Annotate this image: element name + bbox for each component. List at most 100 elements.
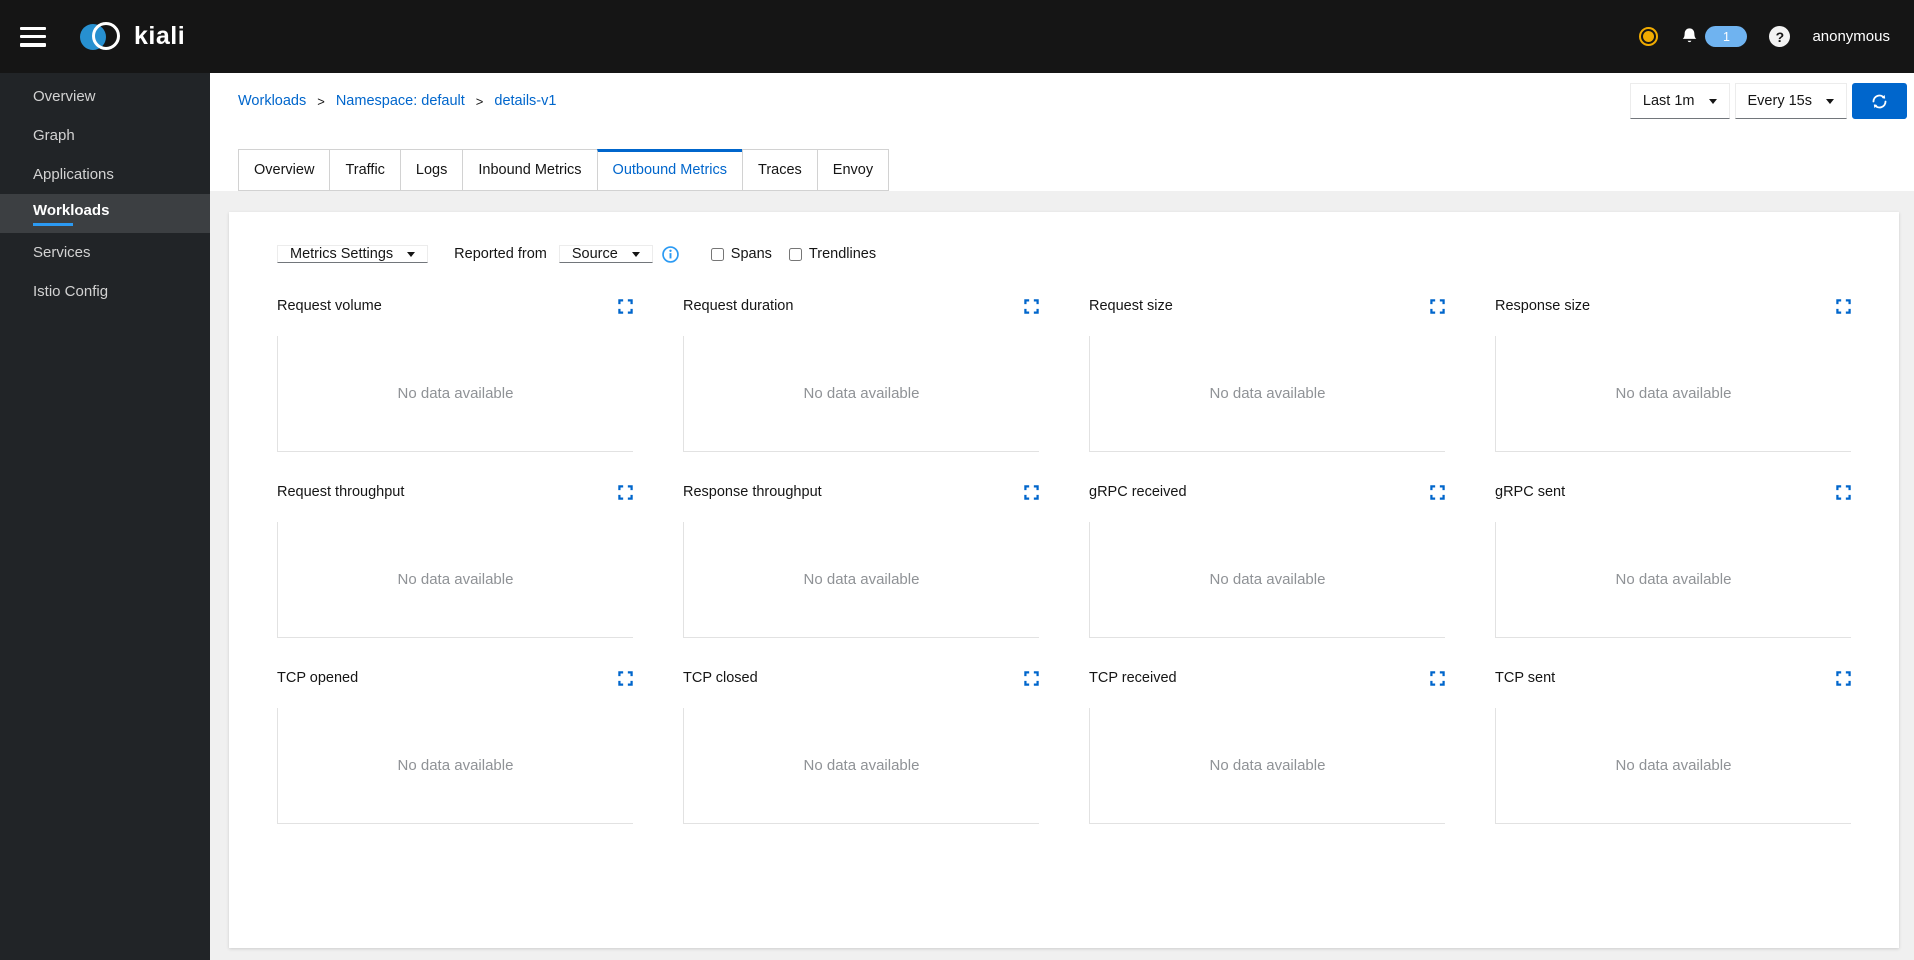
tab-label: Envoy: [832, 162, 874, 178]
tab-envoy[interactable]: Envoy: [816, 149, 890, 191]
sidebar-item-label: Applications: [33, 166, 114, 183]
chart-plot-area: No data available: [277, 522, 633, 638]
metrics-settings-label: Metrics Settings: [290, 246, 394, 262]
no-data-message: No data available: [1209, 757, 1326, 774]
chart-plot-area: No data available: [1495, 336, 1851, 452]
tab-label: Logs: [415, 162, 448, 178]
chart-title: TCP sent: [1495, 670, 1556, 686]
chart-card-tcp-closed: TCP closed No data available: [683, 670, 1039, 824]
tab-traces[interactable]: Traces: [742, 149, 818, 191]
breadcrumb-link-workload-name[interactable]: details-v1: [494, 93, 556, 109]
breadcrumb-link-namespace[interactable]: Namespace: default: [336, 93, 465, 109]
notifications-button[interactable]: 1: [1680, 26, 1748, 47]
tab-label: Traffic: [345, 162, 385, 178]
chevron-down-icon: [407, 251, 416, 257]
bell-icon: [1683, 28, 1697, 43]
tab-label: Outbound Metrics: [612, 162, 727, 178]
spans-checkbox[interactable]: [710, 247, 724, 261]
expand-icon[interactable]: [1024, 670, 1039, 686]
chart-plot-area: No data available: [683, 336, 1039, 452]
expand-icon[interactable]: [1430, 298, 1445, 314]
chart-title: Response throughput: [683, 484, 822, 500]
expand-icon[interactable]: [1430, 670, 1445, 686]
chart-plot-area: No data available: [1089, 708, 1445, 824]
breadcrumb-separator: >: [475, 93, 484, 109]
active-indicator: [33, 222, 73, 226]
tab-outbound-metrics[interactable]: Outbound Metrics: [596, 149, 743, 191]
metrics-toolbar: Metrics Settings Reported from Source Sp…: [277, 236, 1851, 272]
expand-icon[interactable]: [1024, 298, 1039, 314]
spans-checkbox-label[interactable]: Spans: [710, 246, 772, 262]
time-toolbar: Last 1m Every 15s: [1629, 83, 1907, 119]
chart-title: gRPC received: [1089, 484, 1187, 500]
chart-plot-area: No data available: [683, 522, 1039, 638]
sidebar-item-overview[interactable]: Overview: [0, 77, 210, 116]
expand-icon[interactable]: [618, 298, 633, 314]
chart-card-request-size: Request size No data available: [1089, 298, 1445, 452]
hamburger-menu-icon[interactable]: [20, 26, 46, 47]
tab-inbound-metrics[interactable]: Inbound Metrics: [462, 149, 598, 191]
tab-label: Inbound Metrics: [478, 162, 582, 178]
chart-plot-area: No data available: [277, 708, 633, 824]
expand-icon[interactable]: [1430, 484, 1445, 500]
refresh-button[interactable]: [1852, 83, 1907, 119]
help-icon[interactable]: ?: [1769, 26, 1791, 47]
reporter-dropdown[interactable]: Source: [558, 245, 653, 263]
chart-title: gRPC sent: [1495, 484, 1566, 500]
user-menu[interactable]: anonymous: [1812, 28, 1890, 45]
detail-tabs: Overview Traffic Logs Inbound Metrics Ou…: [238, 149, 890, 191]
duration-dropdown[interactable]: Last 1m: [1629, 83, 1730, 119]
chart-card-request-throughput: Request throughput No data available: [277, 484, 633, 638]
kiali-logo[interactable]: kiali: [80, 21, 186, 52]
sidebar-item-istio-config[interactable]: Istio Config: [0, 272, 210, 311]
chart-title: Request size: [1089, 298, 1173, 314]
tab-traffic[interactable]: Traffic: [329, 149, 401, 191]
sidebar-item-applications[interactable]: Applications: [0, 155, 210, 194]
chart-title: Request duration: [683, 298, 794, 314]
chevron-down-icon: [1708, 98, 1717, 104]
expand-icon[interactable]: [1836, 670, 1851, 686]
chart-card-request-duration: Request duration No data available: [683, 298, 1039, 452]
tab-label: Overview: [254, 162, 315, 178]
tab-label: Traces: [758, 162, 802, 178]
trendlines-checkbox[interactable]: [788, 247, 802, 261]
chart-card-tcp-received: TCP received No data available: [1089, 670, 1445, 824]
no-data-message: No data available: [1615, 757, 1732, 774]
brand-name: kiali: [134, 22, 186, 50]
trendlines-checkbox-label[interactable]: Trendlines: [788, 246, 876, 262]
no-data-message: No data available: [803, 757, 920, 774]
sidebar-nav: Overview Graph Applications Workloads Se…: [0, 73, 210, 960]
chart-plot-area: No data available: [1495, 708, 1851, 824]
notification-count-badge: 1: [1705, 26, 1748, 47]
tab-logs[interactable]: Logs: [399, 149, 464, 191]
no-data-message: No data available: [1209, 571, 1326, 588]
expand-icon[interactable]: [618, 670, 633, 686]
main-content: Workloads > Namespace: default > details…: [210, 73, 1914, 960]
masthead-actions: 1 ? anonymous: [1639, 26, 1890, 47]
chart-title: TCP opened: [277, 670, 359, 686]
chart-plot-area: No data available: [1495, 522, 1851, 638]
sync-icon: [1872, 94, 1887, 108]
duration-value: Last 1m: [1642, 93, 1695, 109]
breadcrumb-link-workloads[interactable]: Workloads: [238, 93, 306, 109]
chart-card-response-size: Response size No data available: [1495, 298, 1851, 452]
masthead: kiali 1 ? anonymous: [0, 0, 1914, 73]
sidebar-item-workloads[interactable]: Workloads: [0, 194, 210, 233]
refresh-interval-dropdown[interactable]: Every 15s: [1734, 83, 1847, 119]
expand-icon[interactable]: [1024, 484, 1039, 500]
chart-plot-area: No data available: [277, 336, 633, 452]
chart-card-tcp-opened: TCP opened No data available: [277, 670, 633, 824]
metrics-settings-dropdown[interactable]: Metrics Settings: [277, 245, 429, 263]
sidebar-item-label: Graph: [33, 127, 75, 144]
istio-status-icon[interactable]: [1639, 27, 1659, 46]
info-icon[interactable]: [662, 245, 679, 263]
tab-overview[interactable]: Overview: [238, 149, 331, 191]
chart-title: TCP closed: [683, 670, 758, 686]
expand-icon[interactable]: [1836, 298, 1851, 314]
no-data-message: No data available: [1615, 571, 1732, 588]
breadcrumb-separator: >: [317, 93, 325, 109]
sidebar-item-services[interactable]: Services: [0, 233, 210, 272]
sidebar-item-graph[interactable]: Graph: [0, 116, 210, 155]
expand-icon[interactable]: [1836, 484, 1851, 500]
expand-icon[interactable]: [618, 484, 633, 500]
